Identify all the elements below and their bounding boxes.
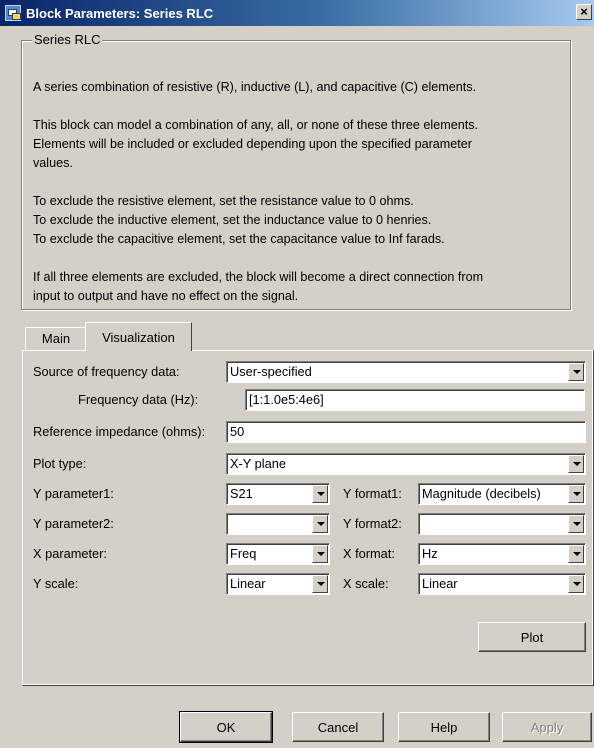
x-param-label: X parameter: (33, 546, 107, 561)
y-scale-value: Linear (230, 576, 266, 591)
x-format-value: Hz (422, 546, 438, 561)
freq-data-input[interactable]: [1:1.0e5:4e6] (245, 389, 585, 411)
y-format2-dropdown[interactable] (418, 513, 586, 535)
plot-type-label: Plot type: (33, 456, 87, 471)
group-legend: Series RLC (32, 32, 103, 47)
description-line: values. (33, 156, 73, 170)
x-scale-dropdown[interactable]: Linear (418, 573, 586, 595)
chevron-down-icon[interactable] (312, 485, 328, 503)
plot-type-dropdown[interactable]: X-Y plane (226, 453, 586, 475)
title-bar: Block Parameters: Series RLC × (0, 0, 594, 26)
y-param1-label: Y parameter1: (33, 486, 114, 501)
ref-impedance-label: Reference impedance (ohms): (33, 424, 206, 439)
source-freq-value: User-specified (230, 364, 312, 379)
x-param-dropdown[interactable]: Freq (226, 543, 330, 565)
description-line: To exclude the inductive element, set th… (33, 213, 432, 227)
y-format1-label: Y format1: (343, 486, 402, 501)
chevron-down-icon[interactable] (568, 363, 584, 381)
description-line: This block can model a combination of an… (33, 118, 478, 132)
description-line: To exclude the resistive element, set th… (33, 194, 414, 208)
plot-button[interactable]: Plot (478, 622, 586, 652)
ref-impedance-input[interactable]: 50 (226, 421, 586, 443)
simulink-block-icon (5, 5, 21, 21)
ok-button[interactable]: OK (179, 711, 273, 743)
chevron-down-icon[interactable] (568, 545, 584, 563)
chevron-down-icon[interactable] (312, 515, 328, 533)
y-format2-label: Y format2: (343, 516, 402, 531)
source-freq-label: Source of frequency data: (33, 364, 180, 379)
description-line: Elements will be included or excluded de… (33, 137, 472, 151)
y-format1-value: Magnitude (decibels) (422, 486, 541, 501)
tab-main[interactable]: Main (25, 327, 87, 350)
chevron-down-icon[interactable] (568, 455, 584, 473)
help-button[interactable]: Help (398, 712, 490, 742)
source-freq-dropdown[interactable]: User-specified (226, 361, 586, 383)
x-scale-label: X scale: (343, 576, 389, 591)
window-title: Block Parameters: Series RLC (26, 5, 214, 21)
x-format-dropdown[interactable]: Hz (418, 543, 586, 565)
cancel-button[interactable]: Cancel (292, 712, 384, 742)
tab-visualization[interactable]: Visualization (85, 322, 192, 351)
close-button[interactable]: × (576, 4, 592, 20)
chevron-down-icon[interactable] (312, 545, 328, 563)
plot-type-value: X-Y plane (230, 456, 286, 471)
y-scale-label: Y scale: (33, 576, 79, 591)
y-scale-dropdown[interactable]: Linear (226, 573, 330, 595)
y-param1-value: S21 (230, 486, 253, 501)
apply-button[interactable]: Apply (502, 712, 592, 742)
chevron-down-icon[interactable] (312, 575, 328, 593)
description-line: A series combination of resistive (R), i… (33, 80, 477, 94)
chevron-down-icon[interactable] (568, 575, 584, 593)
freq-data-label: Frequency data (Hz): (78, 392, 199, 407)
chevron-down-icon[interactable] (568, 515, 584, 533)
y-format1-dropdown[interactable]: Magnitude (decibels) (418, 483, 586, 505)
description-line: To exclude the capacitive element, set t… (33, 232, 445, 246)
y-param2-dropdown[interactable] (226, 513, 330, 535)
y-param1-dropdown[interactable]: S21 (226, 483, 330, 505)
chevron-down-icon[interactable] (568, 485, 584, 503)
description-line: input to output and have no effect on th… (33, 289, 299, 303)
description-line: If all three elements are excluded, the … (33, 270, 484, 284)
x-format-label: X format: (343, 546, 395, 561)
x-param-value: Freq (230, 546, 257, 561)
x-scale-value: Linear (422, 576, 458, 591)
y-param2-label: Y parameter2: (33, 516, 114, 531)
